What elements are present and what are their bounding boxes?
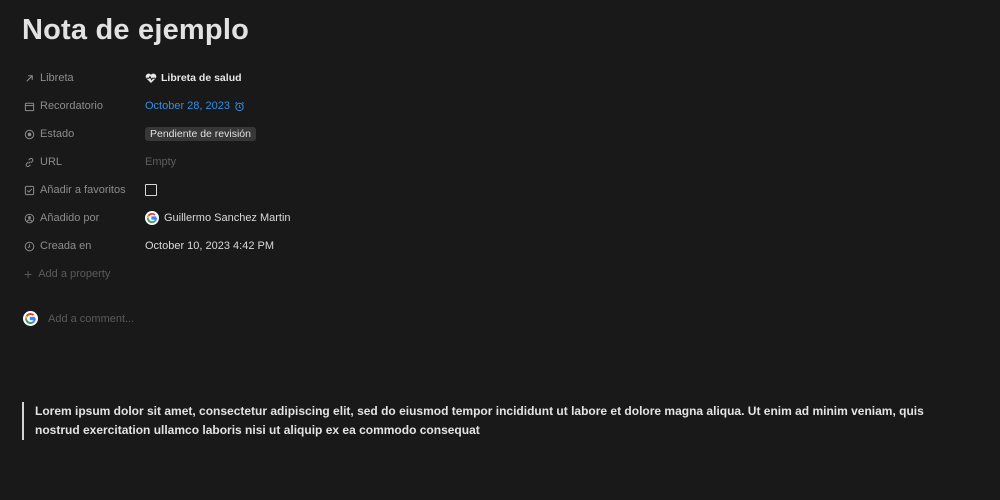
calendar-icon	[24, 101, 35, 112]
property-key-notebook[interactable]: Libreta	[24, 72, 145, 84]
property-key-reminder[interactable]: Recordatorio	[24, 100, 145, 112]
property-row-notebook: Libreta Libreta de salud	[24, 64, 584, 92]
property-key-url[interactable]: URL	[24, 156, 145, 168]
property-key-status[interactable]: Estado	[24, 128, 145, 140]
property-row-favorite: Añadir a favoritos	[24, 176, 584, 204]
property-row-added-by: Añadido por Guillermo Sanchez Martin	[24, 204, 584, 232]
property-value-notebook[interactable]: Libreta de salud	[145, 72, 242, 84]
plus-icon: +	[24, 265, 33, 282]
property-label: URL	[40, 156, 63, 168]
heart-pulse-icon	[145, 73, 157, 84]
created-time: October 10, 2023 4:42 PM	[145, 240, 275, 252]
link-icon	[24, 157, 35, 168]
user-chip[interactable]: Guillermo Sanchez Martin	[145, 211, 291, 225]
add-property-button[interactable]: + Add a property	[24, 265, 111, 282]
comment-input[interactable]	[46, 311, 350, 326]
property-value-status[interactable]: Pendiente de revisión	[145, 127, 256, 141]
property-row-created: Creada en October 10, 2023 4:42 PM	[24, 232, 584, 260]
property-label: Recordatorio	[40, 100, 103, 112]
arrow-up-right-icon	[24, 73, 35, 84]
property-row-status: Estado Pendiente de revisión	[24, 120, 584, 148]
property-row-reminder: Recordatorio October 28, 2023	[24, 92, 584, 120]
checkbox-icon	[24, 185, 35, 196]
relation-link[interactable]: Libreta de salud	[145, 72, 242, 84]
property-value-reminder[interactable]: October 28, 2023	[145, 100, 245, 112]
property-label: Estado	[40, 128, 75, 140]
property-label: Libreta	[40, 72, 74, 84]
user-name: Guillermo Sanchez Martin	[164, 212, 291, 224]
property-label: Añadir a favoritos	[40, 184, 126, 196]
quote-block[interactable]: Lorem ipsum dolor sit amet, consectetur …	[22, 402, 962, 440]
property-value-url[interactable]: Empty	[145, 156, 176, 168]
property-key-created[interactable]: Creada en	[24, 240, 145, 252]
properties-list: Libreta Libreta de salud Recordatorio Oc…	[24, 64, 584, 288]
property-key-added-by[interactable]: Añadido por	[24, 212, 145, 224]
property-value-added-by[interactable]: Guillermo Sanchez Martin	[145, 211, 291, 225]
clock-icon	[24, 241, 35, 252]
property-label: Creada en	[40, 240, 92, 252]
alarm-clock-icon	[234, 101, 245, 112]
property-key-favorite[interactable]: Añadir a favoritos	[24, 184, 145, 196]
comment-box	[23, 311, 350, 326]
url-empty-placeholder: Empty	[145, 156, 177, 168]
status-badge[interactable]: Pendiente de revisión	[145, 127, 256, 141]
property-value-favorite	[145, 184, 157, 196]
reminder-date-text: October 28, 2023	[145, 100, 231, 112]
reminder-date[interactable]: October 28, 2023	[145, 100, 245, 112]
favorite-checkbox[interactable]	[145, 184, 157, 196]
relation-label: Libreta de salud	[161, 72, 242, 84]
property-value-created: October 10, 2023 4:42 PM	[145, 240, 274, 252]
page-title[interactable]: Nota de ejemplo	[22, 14, 249, 47]
status-icon	[24, 129, 35, 140]
property-row-url: URL Empty	[24, 148, 584, 176]
google-avatar-icon	[145, 211, 159, 225]
add-property-row: + Add a property	[24, 260, 584, 288]
property-label: Añadido por	[40, 212, 100, 224]
add-property-label: Add a property	[38, 268, 111, 280]
person-icon	[24, 213, 35, 224]
google-avatar-icon	[23, 311, 38, 326]
note-page: Nota de ejemplo Libreta Libreta de salud…	[0, 0, 1000, 500]
